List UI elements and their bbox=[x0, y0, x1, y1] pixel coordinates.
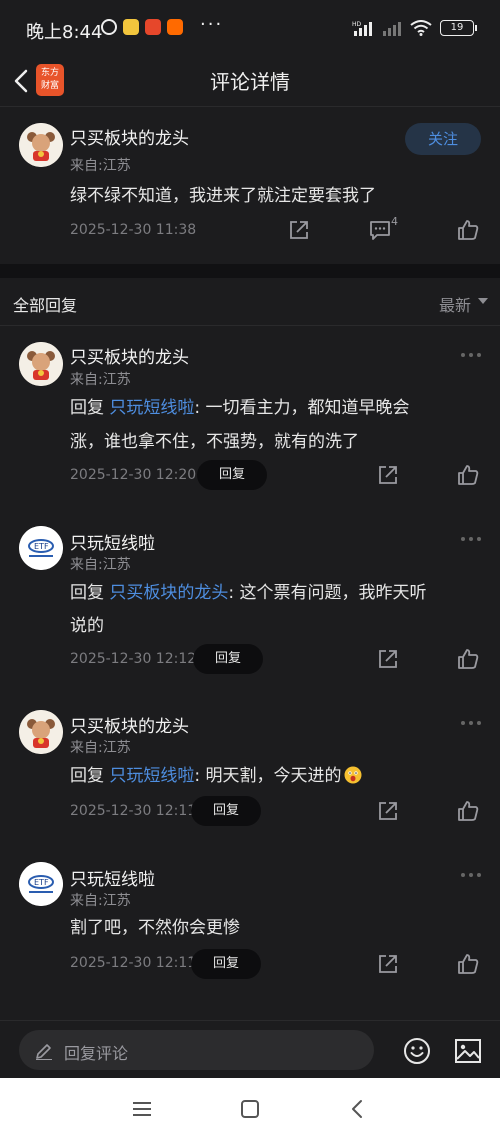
reply-item: 只买板块的龙头 来自:江苏 回复 只玩短线啦: 明天割，今天进的 2025-12… bbox=[0, 694, 500, 834]
svg-text:HD: HD bbox=[352, 21, 362, 28]
more-notifications-icon: ··· bbox=[200, 14, 224, 35]
reply-content-line2: 涨，谁也拿不住，不强势，就有的洗了 bbox=[70, 432, 359, 452]
location-label: 来自:江苏 bbox=[70, 557, 131, 573]
status-bar: 晚上8:44 ··· HD 19 bbox=[0, 0, 500, 58]
username[interactable]: 只买板块的龙头 bbox=[70, 343, 189, 368]
reply-content: 回复 只玩短线啦: 一切看主力，都知道早晚会 bbox=[70, 398, 410, 418]
avatar[interactable] bbox=[19, 710, 63, 754]
reply-content: 回复 只买板块的龙头: 这个票有问题，我昨天听 bbox=[70, 583, 427, 603]
avatar[interactable]: ETF bbox=[19, 862, 63, 906]
menu-icon[interactable] bbox=[131, 1098, 153, 1120]
reply-content: 割了吧，不然你会更惨 bbox=[70, 918, 240, 938]
reply-time: 2025-12-30 12:12 bbox=[70, 651, 197, 667]
signal-icon: HD bbox=[352, 21, 372, 36]
more-icon[interactable] bbox=[460, 536, 482, 542]
svg-text:ETF: ETF bbox=[34, 878, 49, 887]
home-icon[interactable] bbox=[239, 1098, 261, 1120]
reply-input[interactable]: 回复评论 bbox=[19, 1030, 374, 1070]
title-bar: 东方 财富 评论详情 bbox=[0, 58, 500, 106]
emoji-icon[interactable] bbox=[403, 1037, 431, 1065]
image-icon[interactable] bbox=[454, 1038, 482, 1064]
share-icon[interactable] bbox=[377, 648, 399, 670]
wifi-icon bbox=[410, 20, 432, 36]
username[interactable]: 只玩短线啦 bbox=[70, 529, 155, 554]
like-icon[interactable] bbox=[457, 953, 479, 975]
signal-2-icon bbox=[383, 22, 401, 36]
reply-button[interactable]: 回复 bbox=[197, 460, 267, 490]
mention-link[interactable]: 只玩短线啦 bbox=[109, 766, 194, 786]
chevron-down-icon[interactable] bbox=[478, 298, 488, 304]
reply-button[interactable]: 回复 bbox=[191, 796, 261, 826]
reply-item: ETF 只玩短线啦 来自:江苏 割了吧，不然你会更惨 2025-12-30 12… bbox=[0, 846, 500, 986]
page-title: 评论详情 bbox=[210, 70, 290, 94]
reply-item: ETF 只玩短线啦 来自:江苏 回复 只买板块的龙头: 这个票有问题，我昨天听 … bbox=[0, 510, 500, 680]
comment-time: 2025-12-30 11:38 bbox=[70, 222, 197, 238]
pen-icon bbox=[36, 1044, 52, 1060]
mention-link[interactable]: 只买板块的龙头 bbox=[109, 583, 228, 603]
avatar[interactable] bbox=[19, 342, 63, 386]
like-icon[interactable] bbox=[457, 464, 479, 486]
section-divider bbox=[0, 264, 500, 278]
notification-app-icon bbox=[123, 19, 139, 35]
reply-time: 2025-12-30 12:20 bbox=[70, 467, 197, 483]
reply-input-bar: 回复评论 bbox=[0, 1020, 500, 1078]
sort-dropdown[interactable]: 最新 bbox=[439, 292, 471, 316]
more-icon[interactable] bbox=[460, 352, 482, 358]
like-icon[interactable] bbox=[457, 219, 479, 241]
like-icon[interactable] bbox=[457, 648, 479, 670]
reply-button[interactable]: 回复 bbox=[193, 644, 263, 674]
reply-item: 只买板块的龙头 来自:江苏 回复 只玩短线啦: 一切看主力，都知道早晚会 涨，谁… bbox=[0, 326, 500, 496]
system-nav-bar bbox=[0, 1078, 500, 1139]
svg-text:ETF: ETF bbox=[34, 542, 49, 551]
comment-count: 4 bbox=[391, 215, 398, 228]
follow-button[interactable]: 关注 bbox=[405, 123, 481, 155]
mention-link[interactable]: 只玩短线啦 bbox=[109, 398, 194, 418]
status-time: 晚上8:44 bbox=[26, 22, 103, 43]
alarm-icon bbox=[101, 19, 117, 35]
reply-time: 2025-12-30 12:11 bbox=[70, 803, 197, 819]
avatar[interactable] bbox=[19, 123, 63, 167]
share-icon[interactable] bbox=[377, 953, 399, 975]
reply-time: 2025-12-30 12:11 bbox=[70, 955, 197, 971]
comment-icon[interactable] bbox=[369, 219, 391, 241]
more-icon[interactable] bbox=[460, 720, 482, 726]
more-icon[interactable] bbox=[460, 872, 482, 878]
all-replies-title: 全部回复 bbox=[13, 296, 78, 315]
comment-content: 绿不绿不知道，我进来了就注定要套我了 bbox=[70, 186, 376, 206]
share-icon[interactable] bbox=[377, 800, 399, 822]
username[interactable]: 只买板块的龙头 bbox=[70, 124, 189, 149]
reply-content: 回复 只玩短线啦: 明天割，今天进的 bbox=[70, 759, 362, 793]
mi-icon bbox=[167, 19, 183, 35]
replies-header: 全部回复 最新 bbox=[0, 278, 500, 326]
battery-icon: 19 bbox=[440, 20, 477, 36]
username[interactable]: 只买板块的龙头 bbox=[70, 712, 189, 737]
shocked-emoji-icon bbox=[344, 766, 362, 784]
like-icon[interactable] bbox=[457, 800, 479, 822]
main-comment: 只买板块的龙头 来自:江苏 关注 绿不绿不知道，我进来了就注定要套我了 2025… bbox=[0, 106, 500, 264]
reply-button[interactable]: 回复 bbox=[191, 949, 261, 979]
weibo-icon bbox=[145, 19, 161, 35]
location-label: 来自:江苏 bbox=[70, 158, 131, 174]
share-icon[interactable] bbox=[288, 219, 310, 241]
reply-input-placeholder: 回复评论 bbox=[64, 1044, 129, 1063]
nav-back-icon[interactable] bbox=[347, 1098, 369, 1120]
reply-content-line2: 说的 bbox=[70, 616, 104, 636]
share-icon[interactable] bbox=[377, 464, 399, 486]
location-label: 来自:江苏 bbox=[70, 740, 131, 756]
location-label: 来自:江苏 bbox=[70, 372, 131, 388]
location-label: 来自:江苏 bbox=[70, 893, 131, 909]
avatar[interactable]: ETF bbox=[19, 526, 63, 570]
username[interactable]: 只玩短线啦 bbox=[70, 865, 155, 890]
